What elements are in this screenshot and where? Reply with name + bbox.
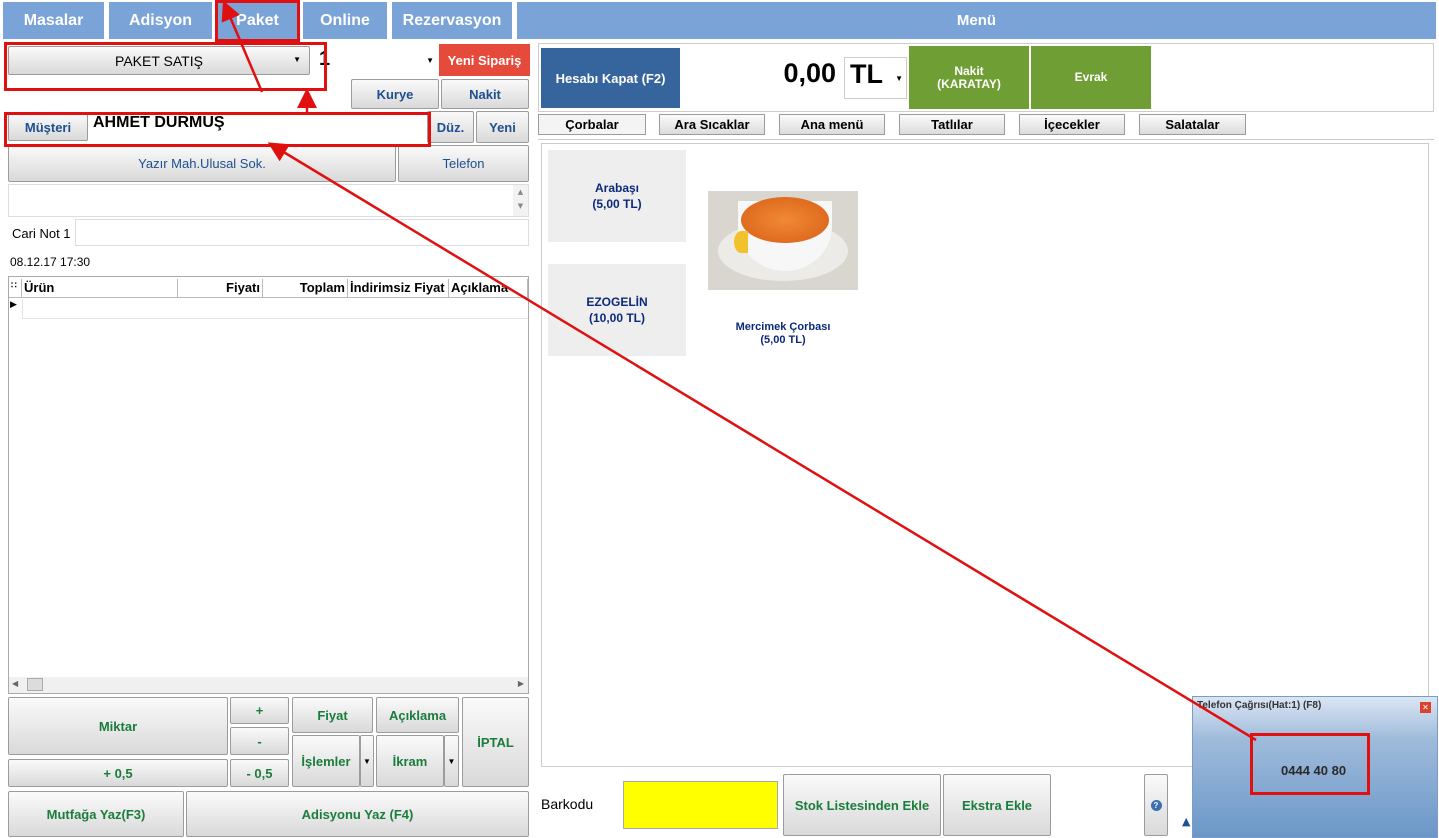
arrow-phone-to-customer	[267, 142, 1257, 742]
arrow-sale-type-to-paket	[221, 0, 264, 93]
annotation-arrows	[221, 0, 1257, 742]
